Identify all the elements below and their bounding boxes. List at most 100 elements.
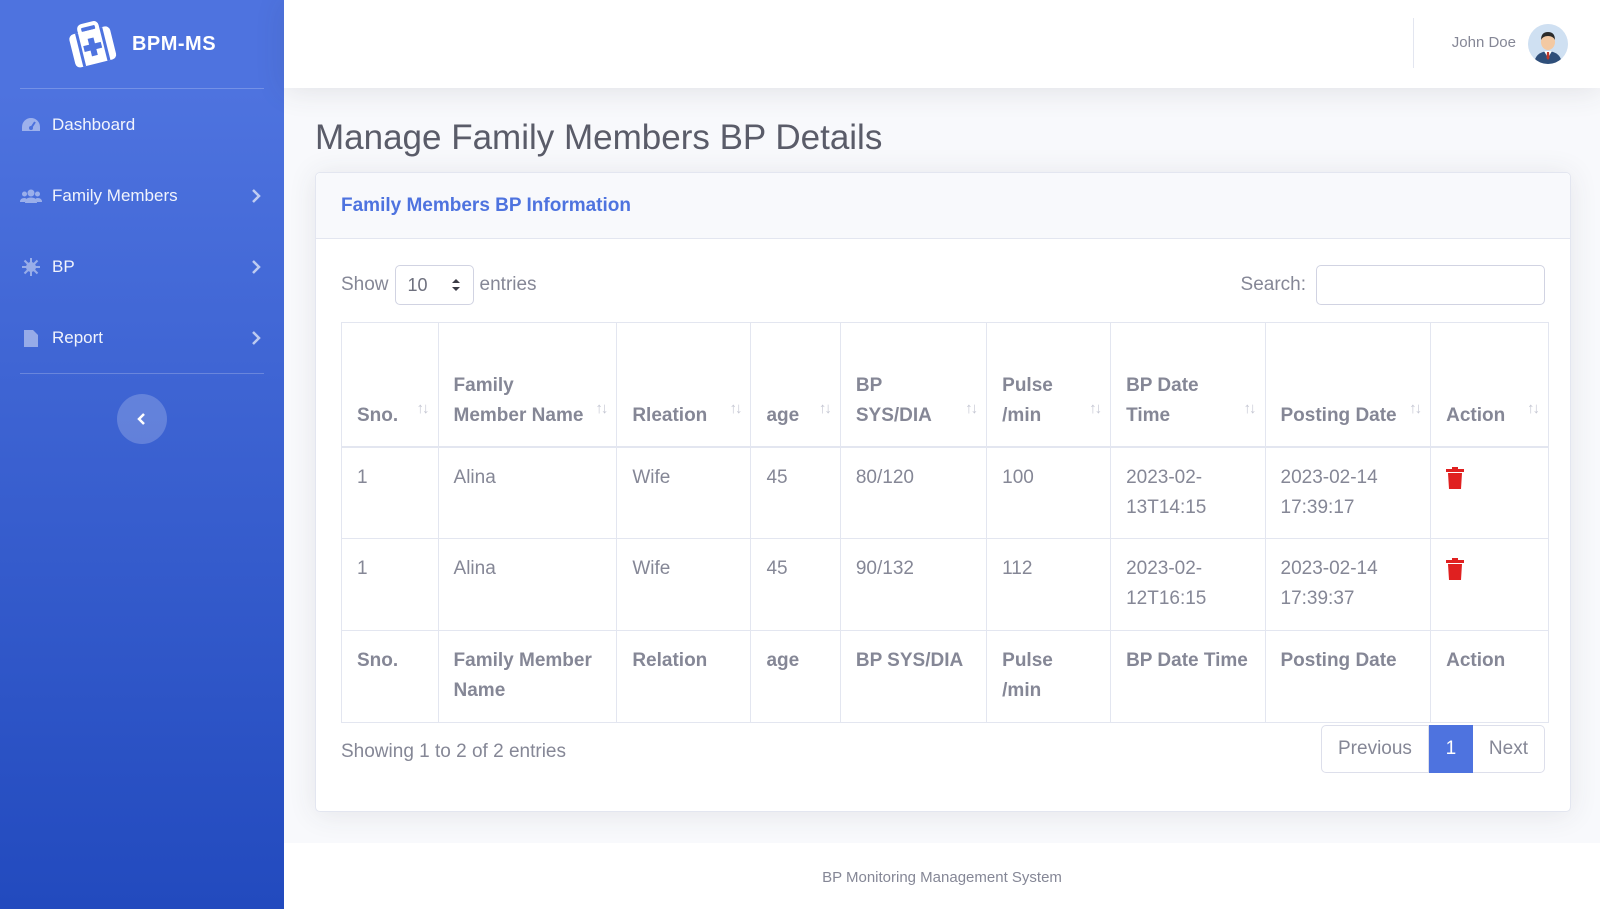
user-name[interactable]: John Doe: [1452, 34, 1516, 51]
cell-sno: 1: [341, 446, 439, 539]
sidebar-divider: [20, 373, 264, 374]
sidebar-item-label: BP: [52, 256, 75, 276]
delete-trash-icon[interactable]: [1446, 466, 1465, 489]
footer: BP Monitoring Management System: [284, 843, 1600, 909]
col-header-sno[interactable]: Sno. ↑↓: [341, 322, 439, 448]
table-row: 1 Alina Wife 45 90/132 112 2023-02-12T16…: [341, 538, 1549, 631]
sidebar-brand[interactable]: BPM-MS: [0, 0, 284, 88]
cell-bp: 90/132: [839, 538, 988, 631]
foot-header-bp: BP SYS/DIA: [839, 630, 988, 723]
col-header-age[interactable]: age ↑↓: [750, 322, 841, 448]
topbar: John Doe: [284, 0, 1600, 88]
sidebar: BPM-MS Dashboard Family Members BP Repor…: [0, 0, 284, 909]
table-foot: Sno. Family Member Name Relation age BP …: [341, 630, 1549, 723]
topbar-divider: [1413, 18, 1414, 68]
sidebar-item-family-members[interactable]: Family Members: [0, 160, 284, 231]
page-title: Manage Family Members BP Details: [315, 118, 883, 157]
entries-select[interactable]: 10: [394, 265, 474, 305]
chevron-right-icon: [252, 259, 261, 274]
search-input[interactable]: [1316, 265, 1545, 305]
user-avatar-icon: [1528, 24, 1568, 64]
cell-name: Alina: [437, 538, 618, 631]
medical-kit-icon: [63, 15, 121, 73]
sort-icon: ↑↓: [729, 399, 742, 417]
card-title: Family Members BP Information: [341, 194, 631, 216]
entries-select-value: 10: [407, 274, 428, 295]
col-header-bp-date[interactable]: BP Date Time ↑↓: [1110, 322, 1266, 448]
cell-pulse: 100: [986, 446, 1112, 539]
sort-icon: ↑↓: [1527, 399, 1540, 417]
foot-header-action: Action: [1430, 630, 1549, 723]
cell-action: [1430, 446, 1549, 539]
foot-header-posting-date: Posting Date: [1264, 630, 1432, 723]
pagination-previous-button[interactable]: Previous: [1321, 725, 1429, 773]
table-footer-row: Sno. Family Member Name Relation age BP …: [341, 630, 1549, 723]
pagination-next-button[interactable]: Next: [1472, 725, 1545, 773]
sort-icon: ↑↓: [1243, 399, 1257, 417]
dashboard-gauge-icon: [20, 114, 42, 136]
col-header-bp[interactable]: BP SYS/DIA ↑↓: [839, 322, 988, 448]
bp-info-card: Family Members BP Information Show 10 en…: [315, 172, 1571, 812]
chevron-right-icon: [252, 188, 261, 203]
table-body: 1 Alina Wife 45 80/120 100 2023-02-13T14…: [341, 446, 1549, 631]
card-header: Family Members BP Information: [316, 173, 1570, 239]
col-header-action[interactable]: Action ↑↓: [1430, 322, 1549, 448]
sort-icon: ↑↓: [818, 399, 832, 417]
sidebar-item-label: Family Members: [52, 185, 178, 205]
sort-icon: ↑↓: [965, 399, 978, 417]
cell-bp-date: 2023-02-13T14:15: [1110, 446, 1266, 539]
table-head: Sno. ↑↓ Family Member Name ↑↓ Rleation ↑↓ a…: [341, 322, 1549, 448]
sidebar-item-dashboard[interactable]: Dashboard: [0, 89, 284, 160]
cell-action: [1430, 538, 1549, 631]
footer-text: BP Monitoring Management System: [822, 869, 1062, 886]
show-label: Show: [341, 274, 389, 295]
foot-header-name: Family Member Name: [437, 630, 618, 723]
cell-pulse: 112: [986, 538, 1112, 631]
col-header-posting-date[interactable]: Posting Date ↑↓: [1264, 322, 1432, 448]
sort-icon: ↑↓: [416, 399, 430, 417]
cell-bp-date: 2023-02-12T16:15: [1110, 538, 1266, 631]
cell-age: 45: [750, 538, 841, 631]
col-header-pulse[interactable]: Pulse /min ↑↓: [986, 322, 1112, 448]
cell-age: 45: [750, 446, 841, 539]
pagination-page-1[interactable]: 1: [1428, 725, 1473, 773]
foot-header-bp-date: BP Date Time: [1110, 630, 1266, 723]
sort-icon: ↑↓: [595, 399, 608, 417]
sidebar-toggle-button[interactable]: [117, 394, 167, 444]
entries-length-control: Show 10 entries: [341, 265, 537, 305]
brand-name: BPM-MS: [131, 32, 217, 55]
file-icon: [20, 327, 42, 349]
cell-relation: Wife: [616, 446, 752, 539]
search-control: Search:: [1241, 265, 1545, 305]
col-header-relation[interactable]: Rleation ↑↓: [616, 322, 752, 448]
entries-label: entries: [479, 274, 537, 295]
cell-bp: 80/120: [839, 446, 988, 539]
foot-header-pulse: Pulse /min: [986, 630, 1112, 723]
sort-icon: ↑↓: [1089, 399, 1102, 417]
table-header-row: Sno. ↑↓ Family Member Name ↑↓ Rleation ↑↓ a…: [341, 322, 1549, 448]
chevron-right-icon: [252, 330, 261, 345]
cell-relation: Wife: [616, 538, 752, 631]
sidebar-item-bp[interactable]: BP: [0, 231, 284, 302]
sort-icon: ↑↓: [1409, 399, 1422, 417]
users-icon: [20, 185, 42, 207]
pagination: Previous 1 Next: [1321, 725, 1545, 773]
sidebar-item-label: Report: [52, 327, 104, 347]
sidebar-item-label: Dashboard: [52, 114, 136, 134]
foot-header-sno: Sno.: [341, 630, 439, 723]
cell-sno: 1: [341, 538, 439, 631]
user-avatar[interactable]: [1528, 24, 1568, 64]
foot-header-age: age: [750, 630, 841, 723]
delete-trash-icon[interactable]: [1446, 558, 1465, 580]
bp-table: Sno. ↑↓ Family Member Name ↑↓ Rleation ↑↓ a…: [341, 322, 1549, 723]
sidebar-item-report[interactable]: Report: [0, 302, 284, 373]
table-row: 1 Alina Wife 45 80/120 100 2023-02-13T14…: [341, 446, 1549, 539]
foot-header-relation: Relation: [616, 630, 752, 723]
cell-posting-date: 2023-02-14 17:39:37: [1264, 538, 1432, 631]
table-controls: Show 10 entries Search:: [341, 265, 1545, 305]
search-label: Search:: [1240, 274, 1306, 295]
col-header-name[interactable]: Family Member Name ↑↓: [437, 322, 618, 448]
select-arrows-icon: [451, 279, 460, 291]
cell-name: Alina: [437, 446, 618, 539]
chevron-left-icon: [137, 413, 145, 425]
